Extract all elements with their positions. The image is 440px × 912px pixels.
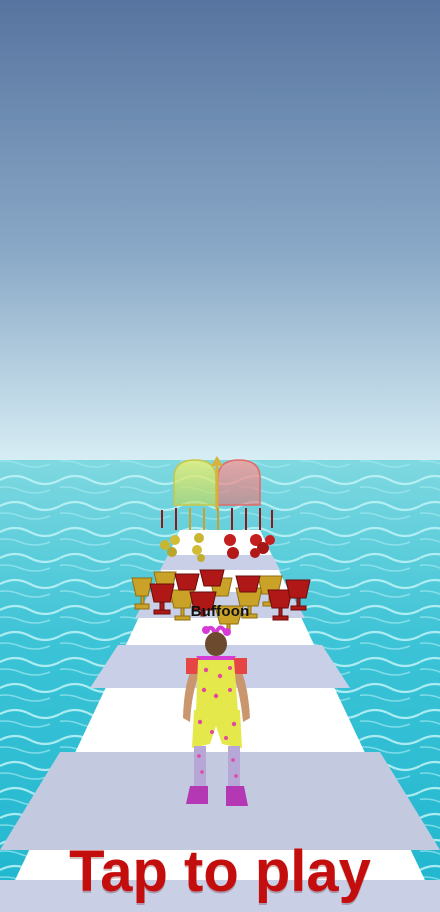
tap-to-play-area[interactable] [0,0,440,912]
